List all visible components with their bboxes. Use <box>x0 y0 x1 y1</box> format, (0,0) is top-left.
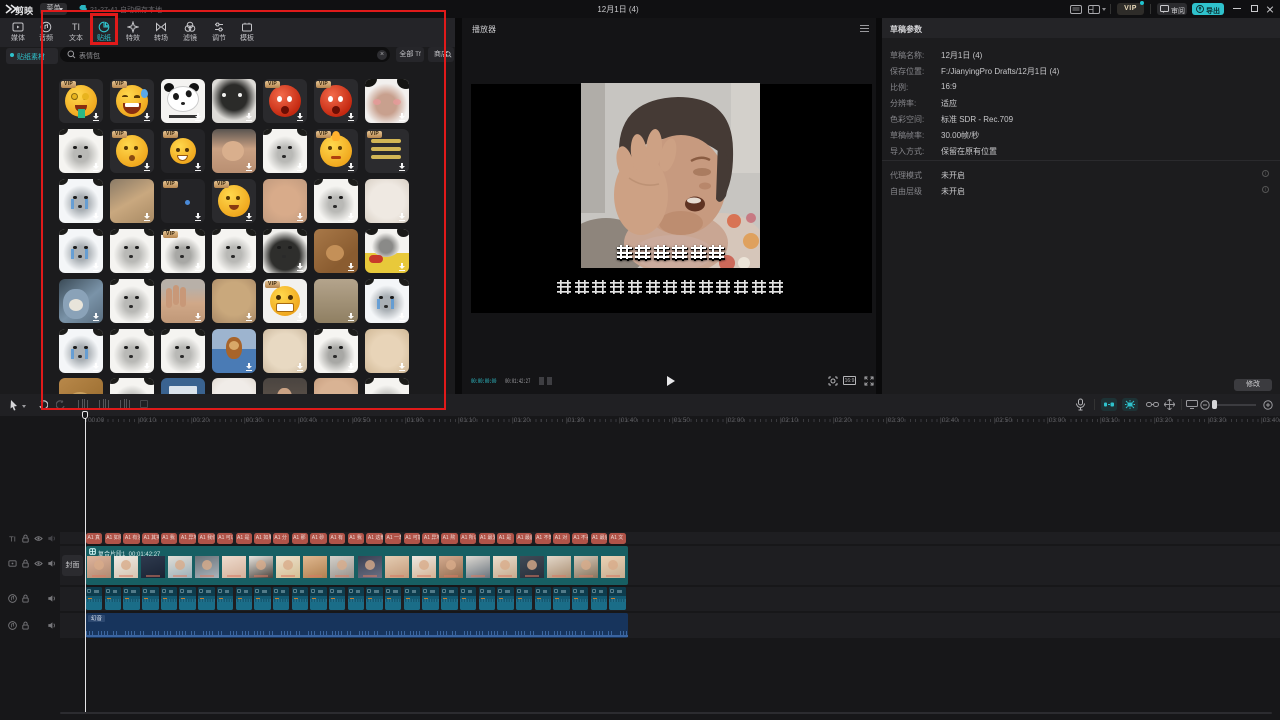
svg-text:TI: TI <box>9 535 16 543</box>
